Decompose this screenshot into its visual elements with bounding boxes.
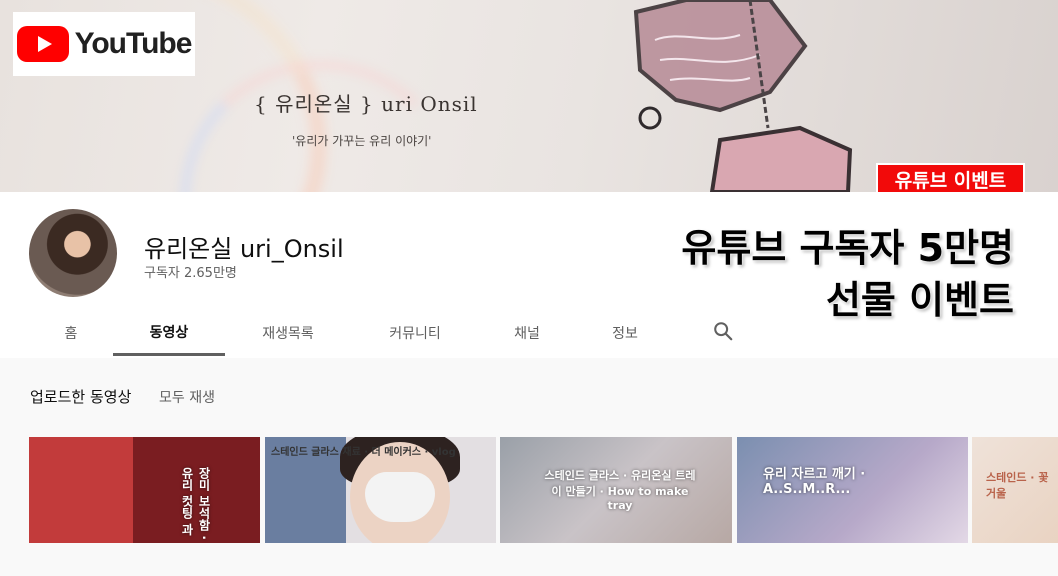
video-thumbnail[interactable]: 유리 자르고 깨기 · A..S..M..R... bbox=[737, 437, 968, 543]
section-title: 업로드한 동영상 bbox=[30, 388, 132, 406]
thumbnail-caption: 스테인드 글라스 · 유리온실 트레이 만들기 · How to make tr… bbox=[544, 469, 696, 512]
youtube-wordmark: YouTube bbox=[74, 27, 193, 60]
thumbnail-caption: 스테인드 · 꽃 거울 bbox=[986, 471, 1049, 500]
channel-avatar[interactable] bbox=[29, 209, 117, 297]
thumbnail-caption: 스테인드 글라스 재료 · 더 메이커스 · vlog bbox=[271, 447, 456, 458]
thumbnail-decoration bbox=[365, 472, 435, 522]
tab-channels[interactable]: 채널 bbox=[492, 310, 562, 356]
video-thumbnail[interactable]: 스테인드 · 꽃 거울 bbox=[972, 437, 1058, 543]
thumbnail-caption: 장미 보석함 · 유리 컷팅 과 bbox=[180, 467, 211, 540]
subscriber-count: 구독자 2.65만명 bbox=[144, 266, 237, 281]
stained-glass-illustration bbox=[633, 0, 853, 192]
tab-community[interactable]: 커뮤니티 bbox=[365, 310, 465, 356]
tab-home[interactable]: 홈 bbox=[40, 310, 102, 356]
thumbnail-caption: 유리 자르고 깨기 · A..S..M..R... bbox=[763, 467, 866, 497]
event-badge: 유튜브 이벤트 bbox=[876, 163, 1025, 192]
banner-subtitle: '유리가 가꾸는 유리 이야기' bbox=[292, 134, 432, 148]
banner-title: { 유리온실 } uri Onsil bbox=[254, 92, 478, 116]
tab-videos[interactable]: 동영상 bbox=[113, 310, 225, 356]
channel-tabs: 홈 동영상 재생목록 커뮤니티 채널 정보 bbox=[0, 310, 760, 358]
channel-name: 유리온실 uri_Onsil bbox=[144, 235, 344, 263]
tab-about[interactable]: 정보 bbox=[592, 310, 658, 356]
youtube-logo: YouTube bbox=[13, 12, 195, 76]
video-thumbnail[interactable]: 스테인드 글라스 재료 · 더 메이커스 · vlog bbox=[265, 437, 496, 543]
youtube-play-icon bbox=[16, 26, 69, 62]
search-icon[interactable] bbox=[712, 320, 734, 342]
channel-banner: { 유리온실 } uri Onsil '유리가 가꾸는 유리 이야기' YouT… bbox=[0, 0, 1058, 192]
play-all-button[interactable]: 모두 재생 bbox=[159, 387, 215, 407]
videos-section: 업로드한 동영상 모두 재생 장미 보석함 · 유리 컷팅 과 스테인드 글라스… bbox=[0, 358, 1058, 576]
video-thumbnail[interactable]: 스테인드 글라스 · 유리온실 트레이 만들기 · How to make tr… bbox=[500, 437, 732, 543]
video-thumbnail[interactable]: 장미 보석함 · 유리 컷팅 과 bbox=[29, 437, 260, 543]
promo-line-1: 유튜브 구독자 5만명 bbox=[681, 226, 1014, 270]
tab-playlists[interactable]: 재생목록 bbox=[240, 310, 336, 356]
